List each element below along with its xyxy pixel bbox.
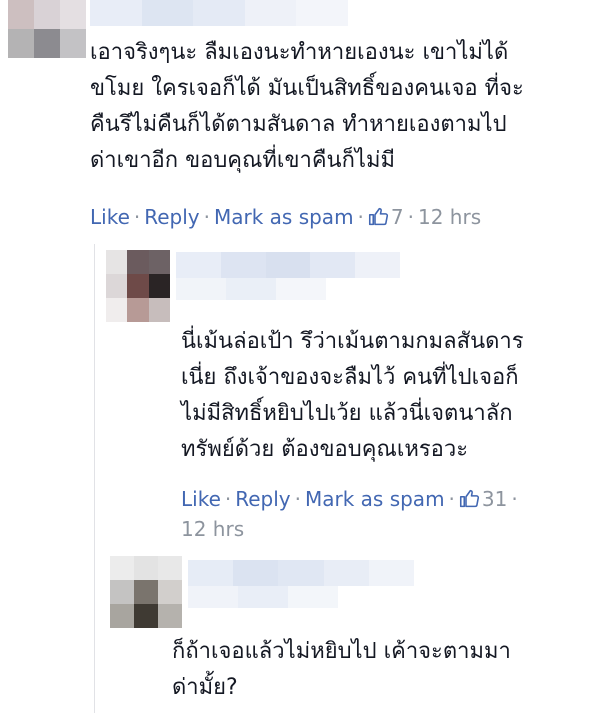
author-name-blurred[interactable] (90, 0, 348, 26)
reply-thread-divider (94, 244, 95, 713)
reply-text: ก็ถ้าเจอแล้วไม่หยิบไป เค้าจะตามมา ด่ามั้… (172, 639, 511, 700)
mark-as-spam-button[interactable]: Mark as spam (305, 487, 445, 511)
timestamp[interactable]: 12 hrs (418, 205, 481, 229)
thumbs-up-icon[interactable] (368, 206, 389, 227)
comment-actions: Like · Reply · Mark as spam · 7 · 12 hrs (90, 205, 482, 229)
author-name-blurred[interactable] (188, 560, 415, 586)
author-name-blurred[interactable] (176, 252, 400, 278)
like-button[interactable]: Like (90, 205, 130, 229)
avatar[interactable] (106, 250, 170, 322)
reply-actions: Like · Reply · Mark as spam · 31 · 12 hrs (181, 487, 518, 541)
like-count[interactable]: 31 (482, 487, 507, 511)
mark-as-spam-button[interactable]: Mark as spam (214, 205, 354, 229)
comment-text: เอาจริงๆนะ ลืมเองนะทำหายเองนะ เขาไม่ได้ … (90, 40, 524, 173)
author-name-blurred[interactable] (188, 586, 338, 608)
reply-button[interactable]: Reply (235, 487, 290, 511)
reply-button[interactable]: Reply (144, 205, 199, 229)
timestamp[interactable]: 12 hrs (181, 517, 244, 541)
thumbs-up-icon[interactable] (459, 488, 480, 509)
like-count[interactable]: 7 (391, 205, 404, 229)
avatar[interactable] (110, 556, 182, 628)
like-button[interactable]: Like (181, 487, 221, 511)
author-name-blurred[interactable] (176, 278, 326, 300)
reply-text: นี่เม้นล่อเป้า รึว่าเม้นตามกมลสันดาร เนี… (181, 329, 524, 462)
avatar[interactable] (8, 0, 86, 58)
